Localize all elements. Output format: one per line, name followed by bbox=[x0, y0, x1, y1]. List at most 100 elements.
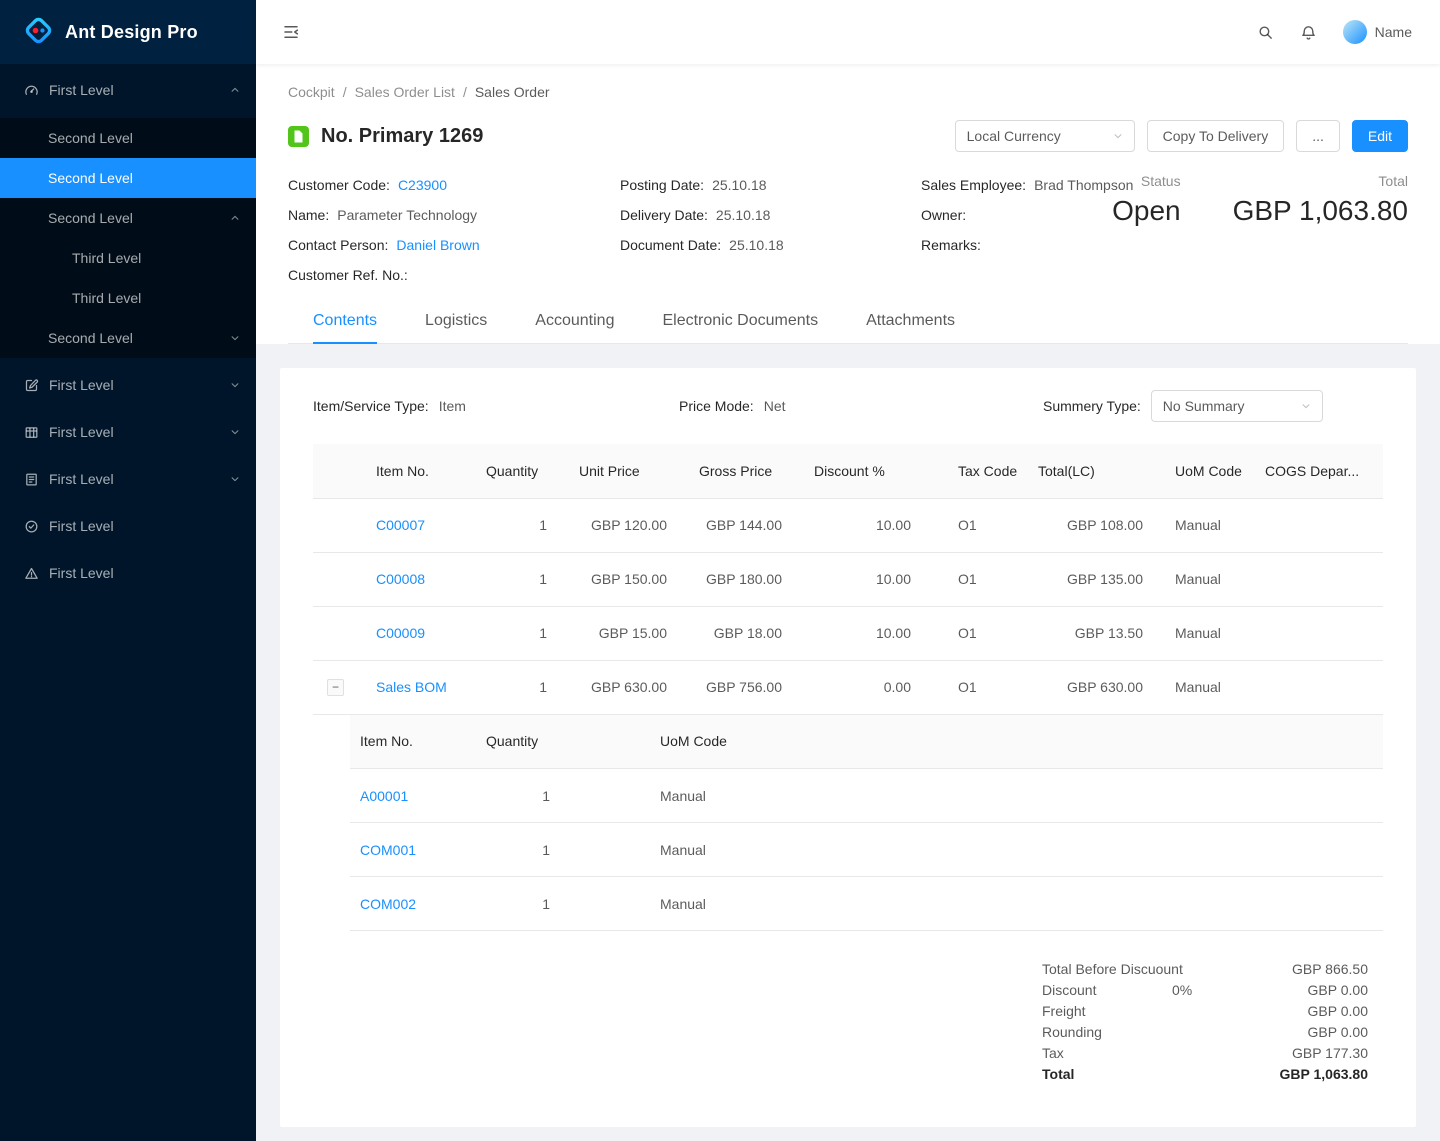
quantity-cell: 1 bbox=[470, 498, 563, 553]
tab-attachments[interactable]: Attachments bbox=[866, 300, 955, 344]
column-header-item-no: Item No. bbox=[360, 444, 470, 499]
edit-button[interactable]: Edit bbox=[1351, 120, 1408, 152]
totals-row: Tax GBP 177.30 bbox=[1042, 1043, 1368, 1064]
column-header-tax-code: Tax Code bbox=[927, 444, 1022, 499]
sidebar-item-second-level-4[interactable]: Second Level bbox=[0, 318, 256, 358]
copy-to-delivery-button[interactable]: Copy To Delivery bbox=[1146, 120, 1285, 152]
details-column-2: Posting Date: 25.10.18 Delivery Date: 25.1… bbox=[620, 170, 921, 260]
tab-accounting[interactable]: Accounting bbox=[535, 300, 614, 344]
sidebar-item-third-level-1[interactable]: Third Level bbox=[0, 238, 256, 278]
sidebar-item-first-level-result[interactable]: First Level bbox=[0, 506, 256, 546]
sidebar-item-label: First Level bbox=[49, 471, 114, 487]
discount-percent: 0% bbox=[1172, 982, 1193, 998]
profile-icon bbox=[24, 472, 39, 487]
total-lc-cell: GBP 13.50 bbox=[1022, 606, 1159, 661]
summary-type-select[interactable]: No Summary bbox=[1150, 390, 1323, 422]
totals-label: Total Before Discuount bbox=[1042, 961, 1183, 977]
sidebar-item-first-level-profile[interactable]: First Level bbox=[0, 459, 256, 499]
totals-value: GBP 1,063.80 bbox=[1279, 1066, 1368, 1082]
breadcrumb-item-sales-order-list[interactable]: Sales Order List bbox=[355, 84, 455, 100]
collapse-row-icon[interactable]: − bbox=[327, 678, 344, 696]
bom-item-no-link[interactable]: COM002 bbox=[360, 896, 416, 912]
field-label: Name: bbox=[288, 207, 330, 223]
page-title: No. Primary 1269 bbox=[321, 124, 484, 147]
gross-price-cell[interactable]: GBP 180.00 bbox=[683, 552, 798, 607]
tax-code-cell: O1 bbox=[927, 660, 1022, 715]
expanded-row-content: Item No. Quantity UoM Code A00001 1 Manu… bbox=[313, 714, 1383, 931]
column-header-cogs: COGS Depar... bbox=[1249, 444, 1383, 499]
edit-icon bbox=[24, 378, 39, 393]
bom-item-no-link[interactable]: A00001 bbox=[360, 788, 408, 804]
unit-price-cell[interactable]: GBP 15.00 bbox=[563, 606, 683, 661]
breadcrumb-item-sales-order: Sales Order bbox=[474, 84, 550, 100]
cogs-cell bbox=[1249, 660, 1383, 715]
item-no-link[interactable]: Sales BOM bbox=[376, 679, 447, 695]
item-no-link[interactable]: C00009 bbox=[376, 625, 425, 641]
gross-price-cell[interactable]: GBP 144.00 bbox=[683, 498, 798, 553]
cogs-cell bbox=[1249, 606, 1383, 661]
warning-icon bbox=[24, 566, 39, 581]
tab-contents[interactable]: Contents bbox=[313, 300, 378, 344]
field-label: Customer Ref. No.: bbox=[288, 267, 408, 283]
bom-quantity-cell: 1 bbox=[476, 876, 560, 931]
bom-table-row: COM002 1 Manual bbox=[350, 876, 1383, 931]
expand-cell bbox=[313, 552, 360, 607]
discount-cell[interactable]: 10.00 bbox=[798, 498, 927, 553]
currency-select[interactable]: Local Currency bbox=[954, 120, 1135, 152]
currency-select-value: Local Currency bbox=[966, 128, 1061, 144]
totals-row: Discount 0% GBP 0.00 bbox=[1042, 980, 1368, 1001]
header-actions: Name bbox=[1231, 20, 1412, 44]
sidebar-item-first-level-exception[interactable]: First Level bbox=[0, 553, 256, 593]
top-header: Name bbox=[256, 0, 1440, 64]
breadcrumb: Cockpit / Sales Order List / Sales Order bbox=[288, 84, 1408, 100]
more-actions-button[interactable]: ... bbox=[1296, 120, 1340, 152]
unit-price-cell[interactable]: GBP 150.00 bbox=[563, 552, 683, 607]
tab-logistics[interactable]: Logistics bbox=[425, 300, 487, 344]
sidebar-item-label: First Level bbox=[49, 518, 114, 534]
item-no-link[interactable]: C00007 bbox=[376, 517, 425, 533]
gross-price-cell[interactable]: GBP 18.00 bbox=[683, 606, 798, 661]
app-root: Ant Design Pro First Level Second Level … bbox=[0, 0, 1440, 1141]
bell-icon[interactable] bbox=[1300, 24, 1317, 41]
sidebar-item-second-level-2-selected[interactable]: Second Level bbox=[0, 158, 256, 198]
column-header-quantity: Quantity bbox=[470, 444, 563, 499]
field-label: Contact Person: bbox=[288, 237, 389, 253]
contact-person-link[interactable]: Daniel Brown bbox=[396, 237, 479, 253]
search-icon[interactable] bbox=[1257, 24, 1274, 41]
sidebar-item-first-level-table[interactable]: First Level bbox=[0, 412, 256, 452]
discount-cell[interactable]: 10.00 bbox=[798, 606, 927, 661]
menu-fold-icon[interactable] bbox=[282, 23, 300, 41]
totals-row-grand-total: Total GBP 1,063.80 bbox=[1042, 1064, 1368, 1085]
sidebar-submenu: Second Level Second Level Second Level T… bbox=[0, 118, 256, 358]
sidebar-item-label: Second Level bbox=[48, 210, 133, 226]
items-table-header: Item No. Quantity Unit Price Gross Price… bbox=[313, 444, 1383, 499]
check-circle-icon bbox=[24, 519, 39, 534]
table-row: C00009 1 GBP 15.00 GBP 18.00 10.00 O1 GB… bbox=[313, 606, 1383, 661]
sidebar-item-third-level-2[interactable]: Third Level bbox=[0, 278, 256, 318]
sidebar-item-label: First Level bbox=[49, 82, 114, 98]
logo[interactable]: Ant Design Pro bbox=[0, 0, 256, 64]
breadcrumb-item-cockpit[interactable]: Cockpit bbox=[288, 84, 335, 100]
avatar[interactable] bbox=[1342, 20, 1367, 44]
delivery-date-value: 25.10.18 bbox=[715, 207, 771, 223]
total-value: GBP 1,063.80 bbox=[1232, 195, 1408, 226]
sidebar-item-second-level-1[interactable]: Second Level bbox=[0, 118, 256, 158]
tab-electronic-documents[interactable]: Electronic Documents bbox=[662, 300, 818, 344]
discount-cell[interactable]: 10.00 bbox=[798, 552, 927, 607]
customer-code-link[interactable]: C23900 bbox=[398, 177, 447, 193]
table-row: C00007 1 GBP 120.00 GBP 144.00 10.00 O1 … bbox=[313, 498, 1383, 553]
status-label: Status bbox=[1140, 173, 1181, 189]
user-name[interactable]: Name bbox=[1375, 24, 1412, 40]
sidebar-item-second-level-3[interactable]: Second Level bbox=[0, 198, 256, 238]
sidebar-item-first-level-dashboard[interactable]: First Level bbox=[0, 70, 256, 110]
uom-code-cell: Manual bbox=[1159, 498, 1249, 553]
unit-price-cell: GBP 630.00 bbox=[563, 660, 683, 715]
totals-value: GBP 177.30 bbox=[1291, 1045, 1368, 1061]
order-details: Customer Code: C23900 Name: Parameter Tech… bbox=[288, 170, 1408, 290]
unit-price-cell[interactable]: GBP 120.00 bbox=[563, 498, 683, 553]
item-no-link[interactable]: C00008 bbox=[376, 571, 425, 587]
column-header-unit-price: Unit Price bbox=[563, 444, 683, 499]
app-title: Ant Design Pro bbox=[65, 21, 198, 42]
bom-item-no-link[interactable]: COM001 bbox=[360, 842, 416, 858]
sidebar-item-first-level-form[interactable]: First Level bbox=[0, 365, 256, 405]
